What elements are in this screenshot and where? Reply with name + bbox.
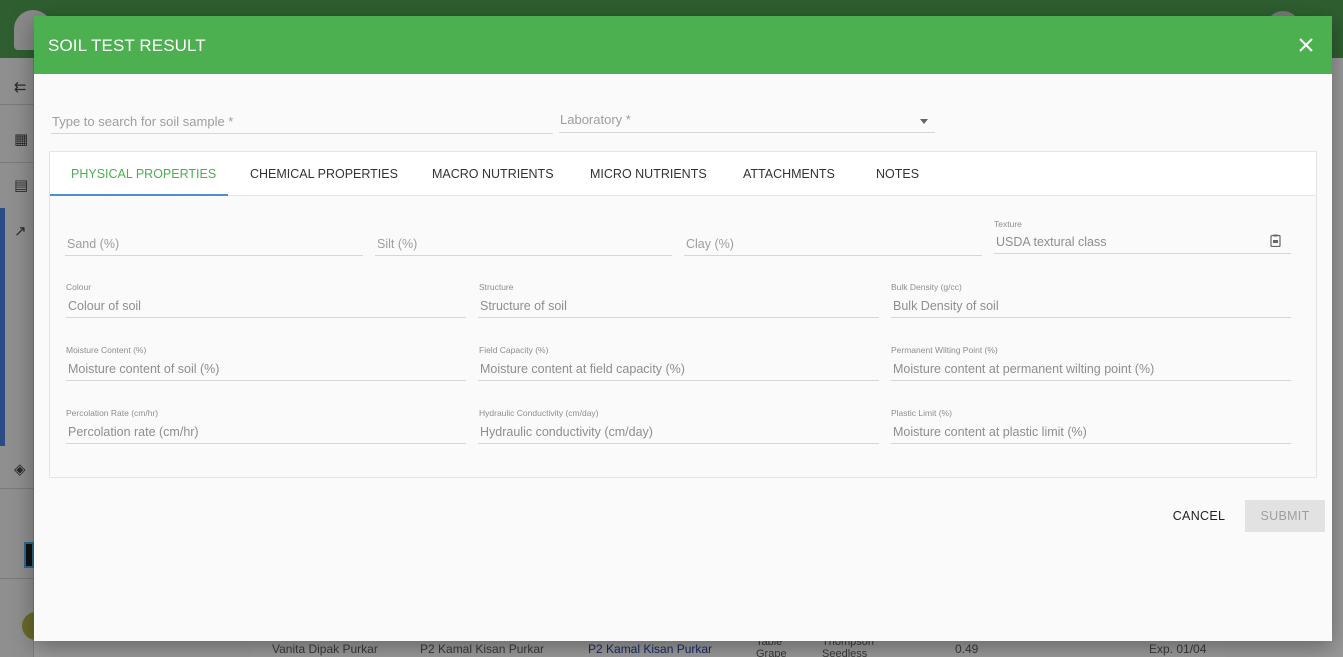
sidebar-app-icon[interactable]	[24, 542, 34, 568]
texture-field	[994, 230, 1291, 254]
clay-input[interactable]	[686, 237, 980, 251]
moisture-content-input[interactable]	[68, 362, 464, 376]
structure-field	[478, 294, 879, 318]
moisture-content-label: Moisture Content (%)	[66, 345, 147, 355]
permanent-wilting-point-input[interactable]	[893, 362, 1289, 376]
background-cell: P2 Kamal Kisan Purkar	[420, 642, 545, 656]
permanent-wilting-point-label: Permanent Wilting Point (%)	[891, 345, 998, 355]
hydraulic-conductivity-field	[478, 420, 879, 444]
soil-test-result-dialog: SOIL TEST RESULT Laboratory * PHYSICAL P…	[34, 16, 1332, 641]
tab-chemical-properties[interactable]: CHEMICAL PROPERTIES	[250, 152, 398, 196]
field-capacity-label: Field Capacity (%)	[479, 345, 549, 355]
dropdown-arrow-icon	[920, 119, 928, 124]
colour-label: Colour	[66, 282, 92, 292]
laboratory-placeholder: Laboratory *	[560, 112, 631, 127]
bulk-density-input[interactable]	[893, 299, 1289, 313]
bulk-density-label: Bulk Density (g/cc)	[891, 282, 962, 292]
soil-sample-search-input[interactable]	[51, 112, 553, 129]
silt-field	[375, 232, 672, 256]
cube-icon[interactable]: ◈	[14, 460, 26, 478]
tab-micro-nutrients[interactable]: MICRO NUTRIENTS	[590, 152, 707, 196]
silt-input[interactable]	[377, 237, 670, 251]
dashboard-icon[interactable]: ▦	[14, 130, 28, 148]
laboratory-select[interactable]: Laboratory *	[559, 109, 935, 133]
hydraulic-conductivity-input[interactable]	[480, 425, 877, 439]
sand-field	[65, 232, 363, 256]
dialog-header: SOIL TEST RESULT	[34, 16, 1332, 74]
sand-input[interactable]	[67, 237, 361, 251]
clay-field	[684, 232, 982, 256]
sidebar-divider	[0, 578, 34, 579]
active-tab-indicator	[50, 194, 228, 196]
percolation-rate-input[interactable]	[68, 425, 464, 439]
colour-input[interactable]	[68, 299, 464, 313]
tab-macro-nutrients[interactable]: MACRO NUTRIENTS	[432, 152, 554, 196]
sidebar-divider	[0, 488, 34, 489]
cancel-button[interactable]: CANCEL	[1164, 500, 1234, 532]
tab-attachments[interactable]: ATTACHMENTS	[743, 152, 835, 196]
field-capacity-field	[478, 357, 879, 381]
clipboard-icon[interactable]	[1270, 234, 1281, 247]
sidebar-active-indicator	[0, 208, 5, 446]
close-icon[interactable]	[1296, 35, 1316, 55]
tab-notes[interactable]: NOTES	[876, 152, 919, 196]
texture-input[interactable]	[996, 235, 1289, 249]
tab-physical-properties[interactable]: PHYSICAL PROPERTIES	[71, 152, 216, 196]
sidebar-divider	[0, 104, 34, 105]
hydraulic-conductivity-label: Hydraulic Conductivity (cm/day)	[479, 408, 599, 418]
field-capacity-input[interactable]	[480, 362, 877, 376]
dialog-title: SOIL TEST RESULT	[48, 36, 206, 55]
background-cell: Exp. 01/04	[1149, 642, 1207, 656]
table-icon[interactable]: ▤	[14, 176, 28, 194]
plastic-limit-input[interactable]	[893, 425, 1289, 439]
submit-button[interactable]: SUBMIT	[1245, 500, 1325, 532]
colour-field	[66, 294, 466, 318]
permanent-wilting-point-field	[891, 357, 1291, 381]
percolation-rate-field	[66, 420, 466, 444]
background-cell: Vanita Dipak Purkar	[272, 642, 378, 656]
plastic-limit-label: Plastic Limit (%)	[891, 408, 952, 418]
tab-bar: PHYSICAL PROPERTIES CHEMICAL PROPERTIES …	[50, 152, 1316, 196]
bulk-density-field	[891, 294, 1291, 318]
plastic-limit-field	[891, 420, 1291, 444]
properties-card: PHYSICAL PROPERTIES CHEMICAL PROPERTIES …	[49, 151, 1317, 478]
percolation-rate-label: Percolation Rate (cm/hr)	[66, 408, 159, 418]
background-cell: 0.49	[955, 642, 979, 656]
sprout-icon[interactable]: ↗	[14, 222, 27, 240]
soil-sample-search-field	[51, 112, 553, 134]
menu-collapse-icon[interactable]: ⇇	[14, 78, 27, 96]
background-link[interactable]: P2 Kamal Kisan Purkar	[588, 642, 712, 656]
moisture-content-field	[66, 357, 466, 381]
texture-label: Texture	[994, 219, 1022, 229]
structure-input[interactable]	[480, 299, 877, 313]
sidebar-divider	[0, 162, 34, 163]
structure-label: Structure	[479, 282, 514, 292]
